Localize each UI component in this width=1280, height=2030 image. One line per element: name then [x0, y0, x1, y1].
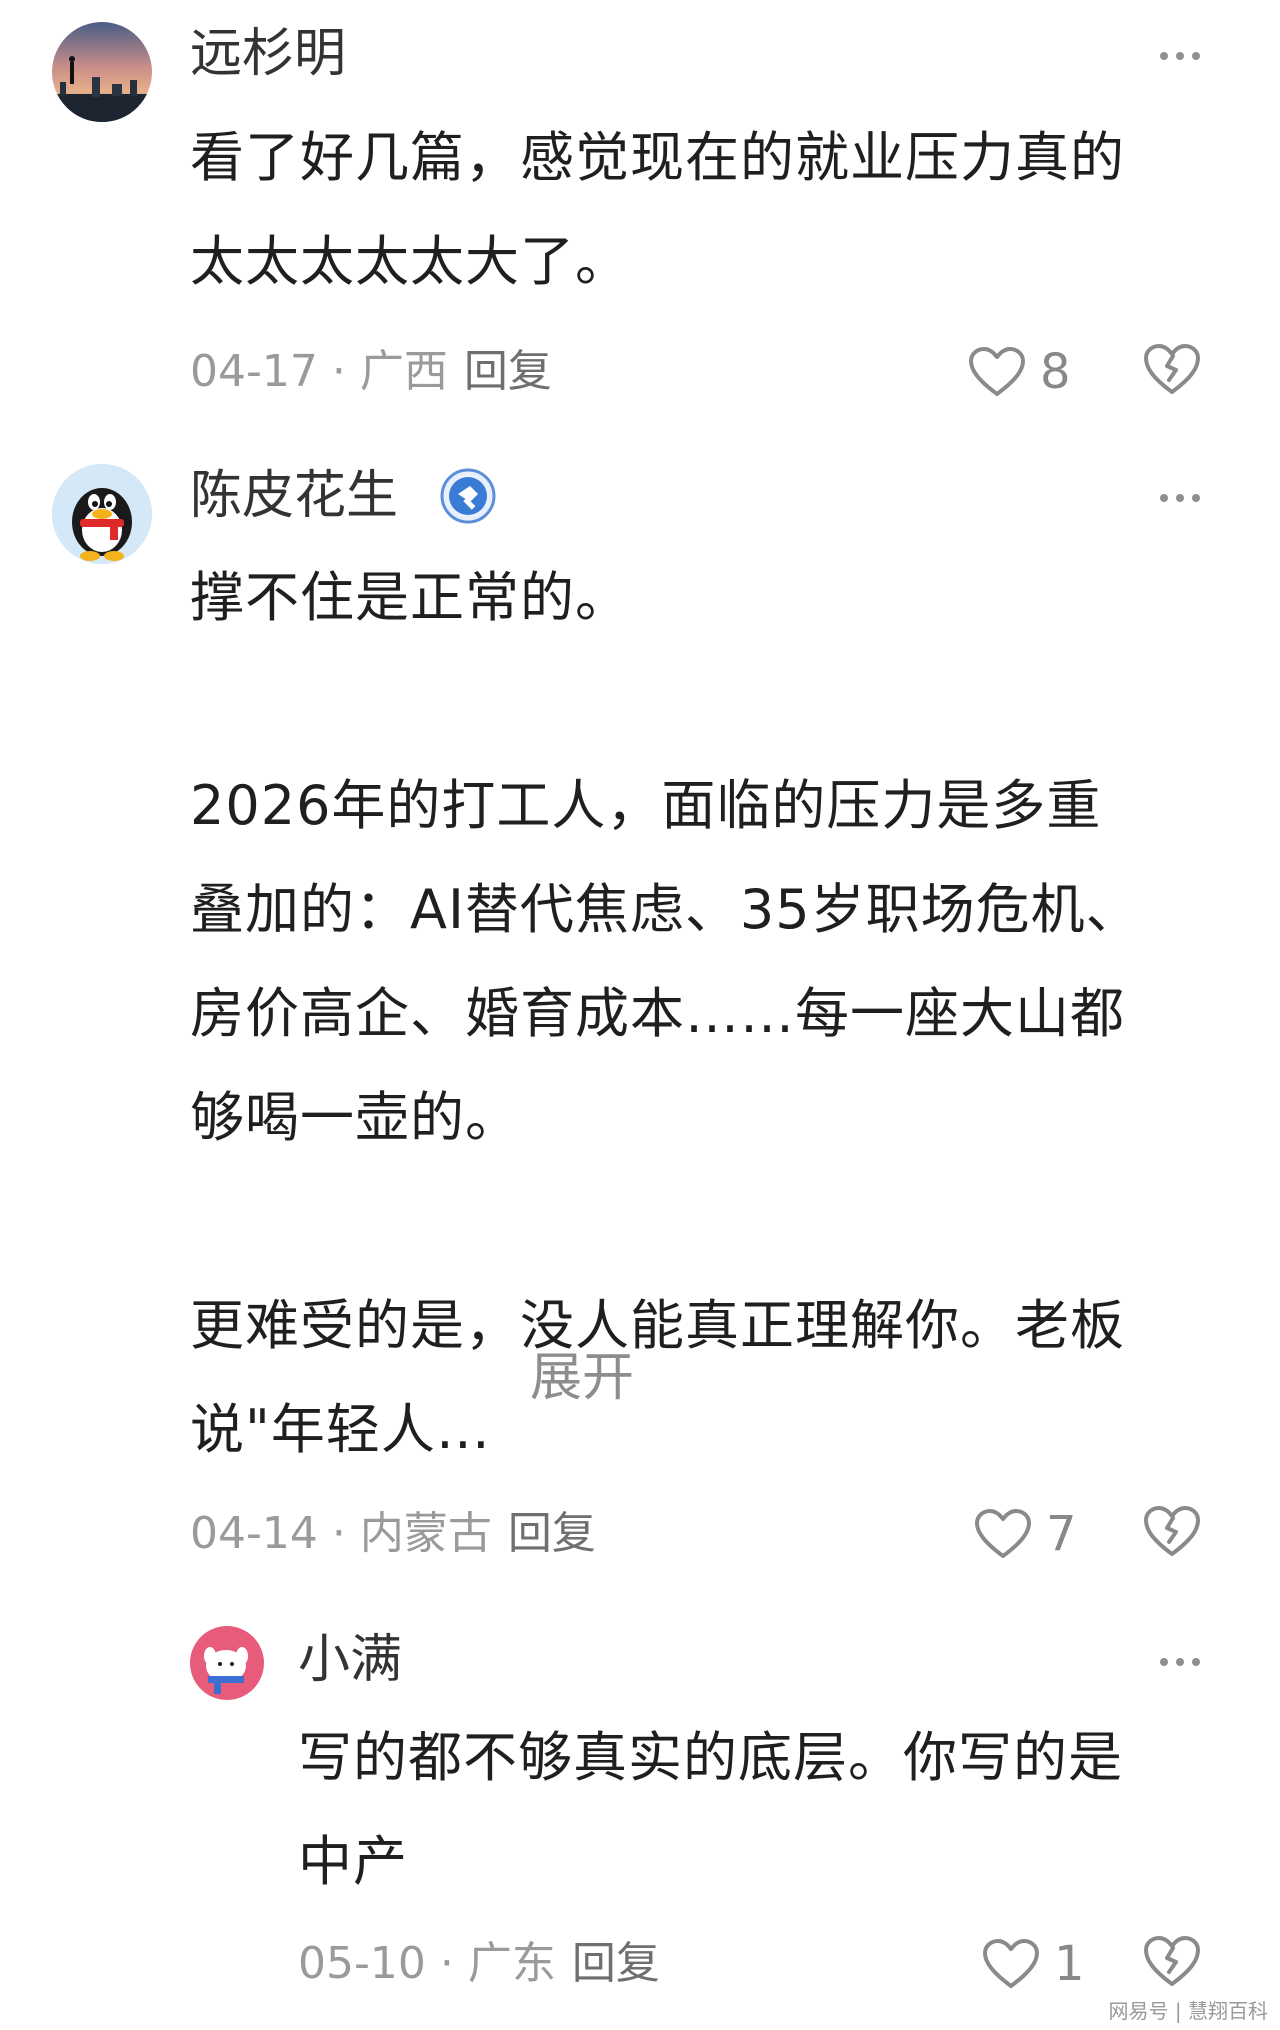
like-button[interactable]: 1 — [982, 1934, 1085, 1994]
comment-date: 05-10 — [298, 1938, 426, 1989]
verified-badge-icon — [440, 468, 496, 524]
comment-body: 写的都不够真实的底层。你写的是 中产 — [298, 1726, 1123, 1893]
comment-date: 04-17 — [190, 346, 318, 397]
comment-location: 广东 — [467, 1938, 556, 1989]
penguin-avatar-image — [52, 464, 152, 564]
broken-heart-icon — [1144, 344, 1200, 394]
comment-meta: 04-17 · 广西 回复 — [190, 342, 552, 402]
avatar[interactable] — [190, 1626, 264, 1700]
heart-outline-icon — [975, 1509, 1031, 1558]
comment-date: 04-14 — [190, 1508, 318, 1559]
watermark: 网易号 | 慧翔百科 — [1108, 1999, 1268, 2023]
username[interactable]: 远杉明 — [190, 22, 346, 86]
dislike-button[interactable] — [1142, 1934, 1202, 1994]
dislike-button[interactable] — [1142, 1504, 1202, 1564]
comment-meta: 04-14 · 内蒙古 回复 — [190, 1504, 596, 1564]
reply-button[interactable]: 回复 — [572, 1938, 660, 1989]
like-count: 1 — [1054, 1936, 1085, 1992]
meta-separator: · — [331, 1508, 346, 1559]
more-dots-icon[interactable] — [1160, 1656, 1204, 1668]
username[interactable]: 小满 — [298, 1628, 402, 1692]
comment-meta: 05-10 · 广东 回复 — [298, 1934, 660, 1994]
comment-location: 广西 — [359, 346, 448, 397]
like-count: 7 — [1046, 1506, 1077, 1562]
like-count: 8 — [1040, 344, 1071, 400]
expand-button[interactable]: 展开 — [530, 1346, 634, 1410]
heart-outline-icon — [969, 347, 1025, 396]
meta-separator: · — [331, 346, 346, 397]
comment-body: 撑不住是正常的。 2026年的打工人，面临的压力是多重 叠加的：AI替代焦虑、3… — [190, 566, 1141, 1461]
like-button[interactable]: 7 — [974, 1504, 1077, 1564]
cartoon-dog-avatar-image — [190, 1626, 264, 1700]
more-dots-icon[interactable] — [1160, 492, 1204, 504]
broken-heart-icon — [1144, 1936, 1200, 1986]
heart-outline-icon — [983, 1939, 1039, 1988]
like-button[interactable]: 8 — [968, 342, 1071, 402]
meta-separator: · — [439, 1938, 454, 1989]
broken-heart-icon — [1144, 1506, 1200, 1556]
avatar[interactable] — [52, 22, 152, 122]
comment-body: 看了好几篇，感觉现在的就业压力真的 太太太太太大了。 — [190, 126, 1125, 293]
comment-location: 内蒙古 — [359, 1508, 492, 1559]
city-skyline-avatar-image — [52, 22, 152, 122]
more-dots-icon[interactable] — [1160, 50, 1204, 62]
reply-button[interactable]: 回复 — [464, 346, 552, 397]
reply-button[interactable]: 回复 — [508, 1508, 596, 1559]
username[interactable]: 陈皮花生 — [190, 464, 398, 528]
avatar[interactable] — [52, 464, 152, 564]
dislike-button[interactable] — [1142, 342, 1202, 402]
